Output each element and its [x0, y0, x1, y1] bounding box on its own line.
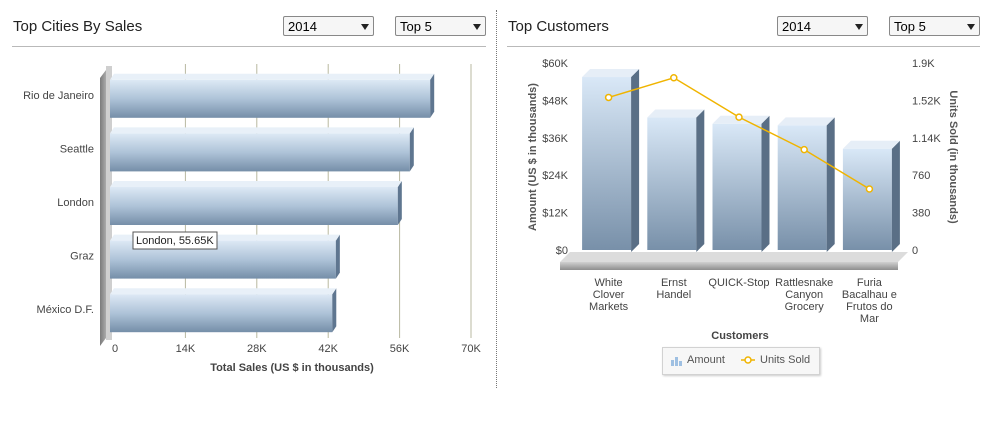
- bar-side: [696, 109, 705, 253]
- bar-top: [777, 117, 835, 126]
- bar-top: [647, 109, 705, 118]
- y-axis-title: Amount (US $ in thousands): [527, 83, 539, 231]
- x-tick-label: White Clover Markets: [589, 277, 629, 313]
- y-tick-label: $12K: [542, 208, 568, 220]
- bar: [842, 148, 892, 250]
- y-tick-label: $60K: [542, 58, 568, 70]
- y-right-tick-label: 380: [912, 208, 930, 220]
- y-tick-label: $36K: [542, 133, 568, 145]
- line-point: [670, 74, 678, 82]
- chart-floor-front: [560, 262, 898, 270]
- legend-item-amount[interactable]: Amount: [671, 354, 725, 366]
- line-chart-icon: [741, 356, 755, 364]
- x-tick-label: Furia Bacalhau e Frutos do Mar: [842, 277, 897, 325]
- x-axis-title: Customers: [711, 330, 768, 342]
- bar-top: [582, 69, 640, 78]
- x-tick-label: Ernst Handel: [656, 277, 691, 301]
- bar-side: [761, 115, 770, 253]
- legend-item-units[interactable]: Units Sold: [741, 354, 810, 366]
- bar: [647, 117, 697, 251]
- y-axis-right-title: Units Sold (in thousands): [947, 90, 959, 224]
- y-right-tick-label: 760: [912, 170, 930, 182]
- bar: [712, 123, 762, 250]
- y-tick-label: $24K: [542, 170, 568, 182]
- y-right-tick-label: 0: [912, 245, 918, 257]
- y-tick-label: $0: [556, 245, 568, 257]
- y-right-tick-label: 1.9K: [912, 58, 935, 70]
- bar-side: [631, 69, 640, 253]
- y-right-tick-label: 1.52K: [912, 95, 941, 107]
- line-point: [865, 185, 874, 193]
- legend-label-units: Units Sold: [760, 354, 811, 366]
- y-tick-label: $48K: [542, 95, 568, 107]
- top-customers-chart: $0 $12K $24K $36K $48K $60K 0 380 760 1.14K 1.52K 1…: [527, 58, 959, 342]
- bar-side: [891, 140, 900, 252]
- line-point: [604, 93, 613, 102]
- bar: [777, 125, 827, 250]
- y-right-tick-label: 1.14K: [912, 133, 941, 145]
- bar-top: [842, 140, 900, 149]
- bar-chart-icon: [671, 356, 682, 366]
- x-tick-label: QUICK-Stop: [708, 277, 769, 289]
- x-tick-label: Rattlesnake Canyon Grocery: [775, 277, 833, 313]
- chart-legend: Amount Units Sold: [662, 347, 820, 375]
- bar-side: [826, 117, 835, 252]
- bar: [582, 77, 632, 251]
- legend-label-amount: Amount: [687, 354, 725, 366]
- chart-floor: [560, 252, 908, 262]
- line-point: [800, 145, 808, 154]
- line-point: [735, 113, 743, 121]
